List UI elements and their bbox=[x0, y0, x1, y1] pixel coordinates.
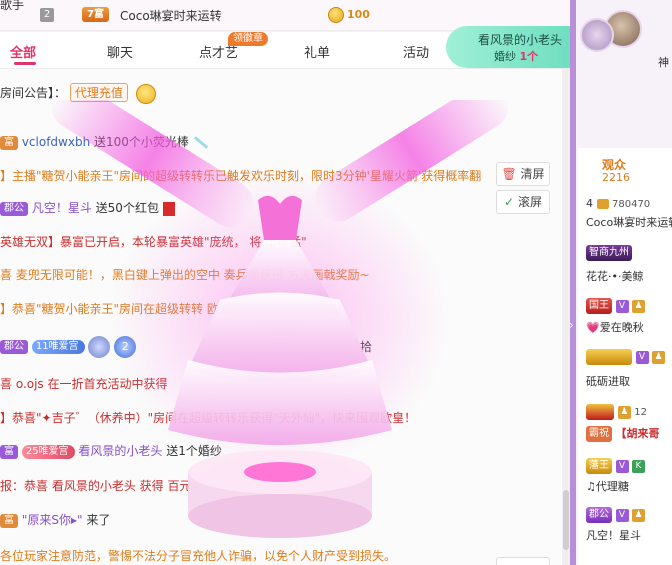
tab-activity[interactable]: 活动 bbox=[403, 42, 429, 61]
fan-icon: ♟ bbox=[617, 405, 631, 419]
collapse-arrow-icon[interactable]: › bbox=[569, 318, 574, 332]
coin-count: 100 bbox=[347, 8, 370, 21]
fan-icon: ♟ bbox=[652, 350, 665, 364]
audience-level: 4 bbox=[586, 197, 593, 210]
fan-icon: ♟ bbox=[632, 508, 645, 522]
audience-name[interactable]: 💗爱在晚秋 bbox=[586, 319, 644, 335]
audience-score: 780470 bbox=[612, 199, 651, 210]
wealth-badge: 7富 bbox=[82, 7, 109, 22]
rank-medal bbox=[586, 349, 632, 365]
audience-panel: 神 观众 2216 4 780470 Coco琳宴时来运转 智商九州 花花·•·… bbox=[576, 0, 672, 565]
audience-row[interactable]: 国王 V ♟ bbox=[586, 298, 645, 314]
audience-row[interactable]: V ♟ bbox=[586, 349, 665, 365]
audience-name: 【胡来哥 bbox=[615, 427, 660, 440]
tab-chat[interactable]: 聊天 bbox=[107, 42, 133, 61]
active-tab-indicator bbox=[14, 62, 36, 65]
rank-user[interactable]: Coco琳宴时来运转 bbox=[120, 7, 222, 24]
mic-user-avatar[interactable] bbox=[580, 18, 614, 52]
audience-row[interactable]: 智商九州 bbox=[586, 245, 632, 261]
host-name: 神 bbox=[658, 56, 669, 69]
tab-all[interactable]: 全部 bbox=[10, 42, 36, 61]
tab-gift-list[interactable]: 礼单 bbox=[304, 42, 330, 61]
rank-medal: 郡公 bbox=[586, 507, 612, 523]
audience-name[interactable]: 凡空！星斗 bbox=[586, 527, 641, 543]
announcement-label: 房间公告】： bbox=[0, 86, 67, 100]
gift-name: 婚纱 bbox=[494, 50, 516, 63]
audience-name[interactable]: ♫代理糖 bbox=[586, 478, 629, 494]
pedestal-icon bbox=[188, 450, 372, 538]
audience-count: 2216 bbox=[602, 171, 630, 184]
rank-number: 2 bbox=[40, 8, 54, 22]
vip-icon: V bbox=[615, 508, 629, 522]
wedding-dress-gift-animation bbox=[51, 100, 509, 538]
audience-row[interactable]: 4 780470 bbox=[586, 197, 650, 210]
scrollbar-thumb[interactable] bbox=[563, 490, 569, 550]
rank-medal: 藩王 bbox=[586, 458, 612, 474]
rank-medal: 智商九州 bbox=[586, 245, 632, 261]
fan-icon: ♟ bbox=[632, 299, 645, 313]
audience-row[interactable]: 郡公 V ♟ bbox=[586, 507, 645, 523]
rank-medal: 国王 bbox=[586, 298, 612, 314]
rank-medal bbox=[586, 404, 615, 420]
audience-score: 12 bbox=[634, 407, 647, 418]
vip-icon: V bbox=[615, 459, 629, 473]
k-icon: K bbox=[632, 459, 645, 473]
audience-name[interactable]: 花花·•·美鲸 bbox=[586, 268, 643, 284]
audience-name-line[interactable]: 霸祝 【胡来哥 bbox=[586, 425, 660, 442]
vip-icon: V bbox=[615, 299, 629, 313]
coin-icon bbox=[328, 7, 344, 23]
audience-name[interactable]: 砥砺进取 bbox=[586, 373, 630, 389]
audience-row[interactable]: 藩王 V K bbox=[586, 458, 645, 474]
rank-medal: 霸祝 bbox=[586, 426, 612, 442]
gift-detail: 婚纱 1个 bbox=[494, 48, 538, 64]
crown-icon bbox=[596, 199, 609, 209]
badge-tag: 领徽章 bbox=[228, 32, 268, 46]
gift-count: 1个 bbox=[519, 50, 539, 63]
audience-name[interactable]: Coco琳宴时来运转 bbox=[586, 214, 672, 230]
gift-sender: 看风景的小老头 bbox=[478, 33, 563, 47]
vip-icon: V bbox=[635, 350, 649, 364]
rank-strip-title: 歌手 bbox=[0, 0, 25, 12]
audience-row[interactable]: ♟ 12 bbox=[586, 404, 647, 420]
